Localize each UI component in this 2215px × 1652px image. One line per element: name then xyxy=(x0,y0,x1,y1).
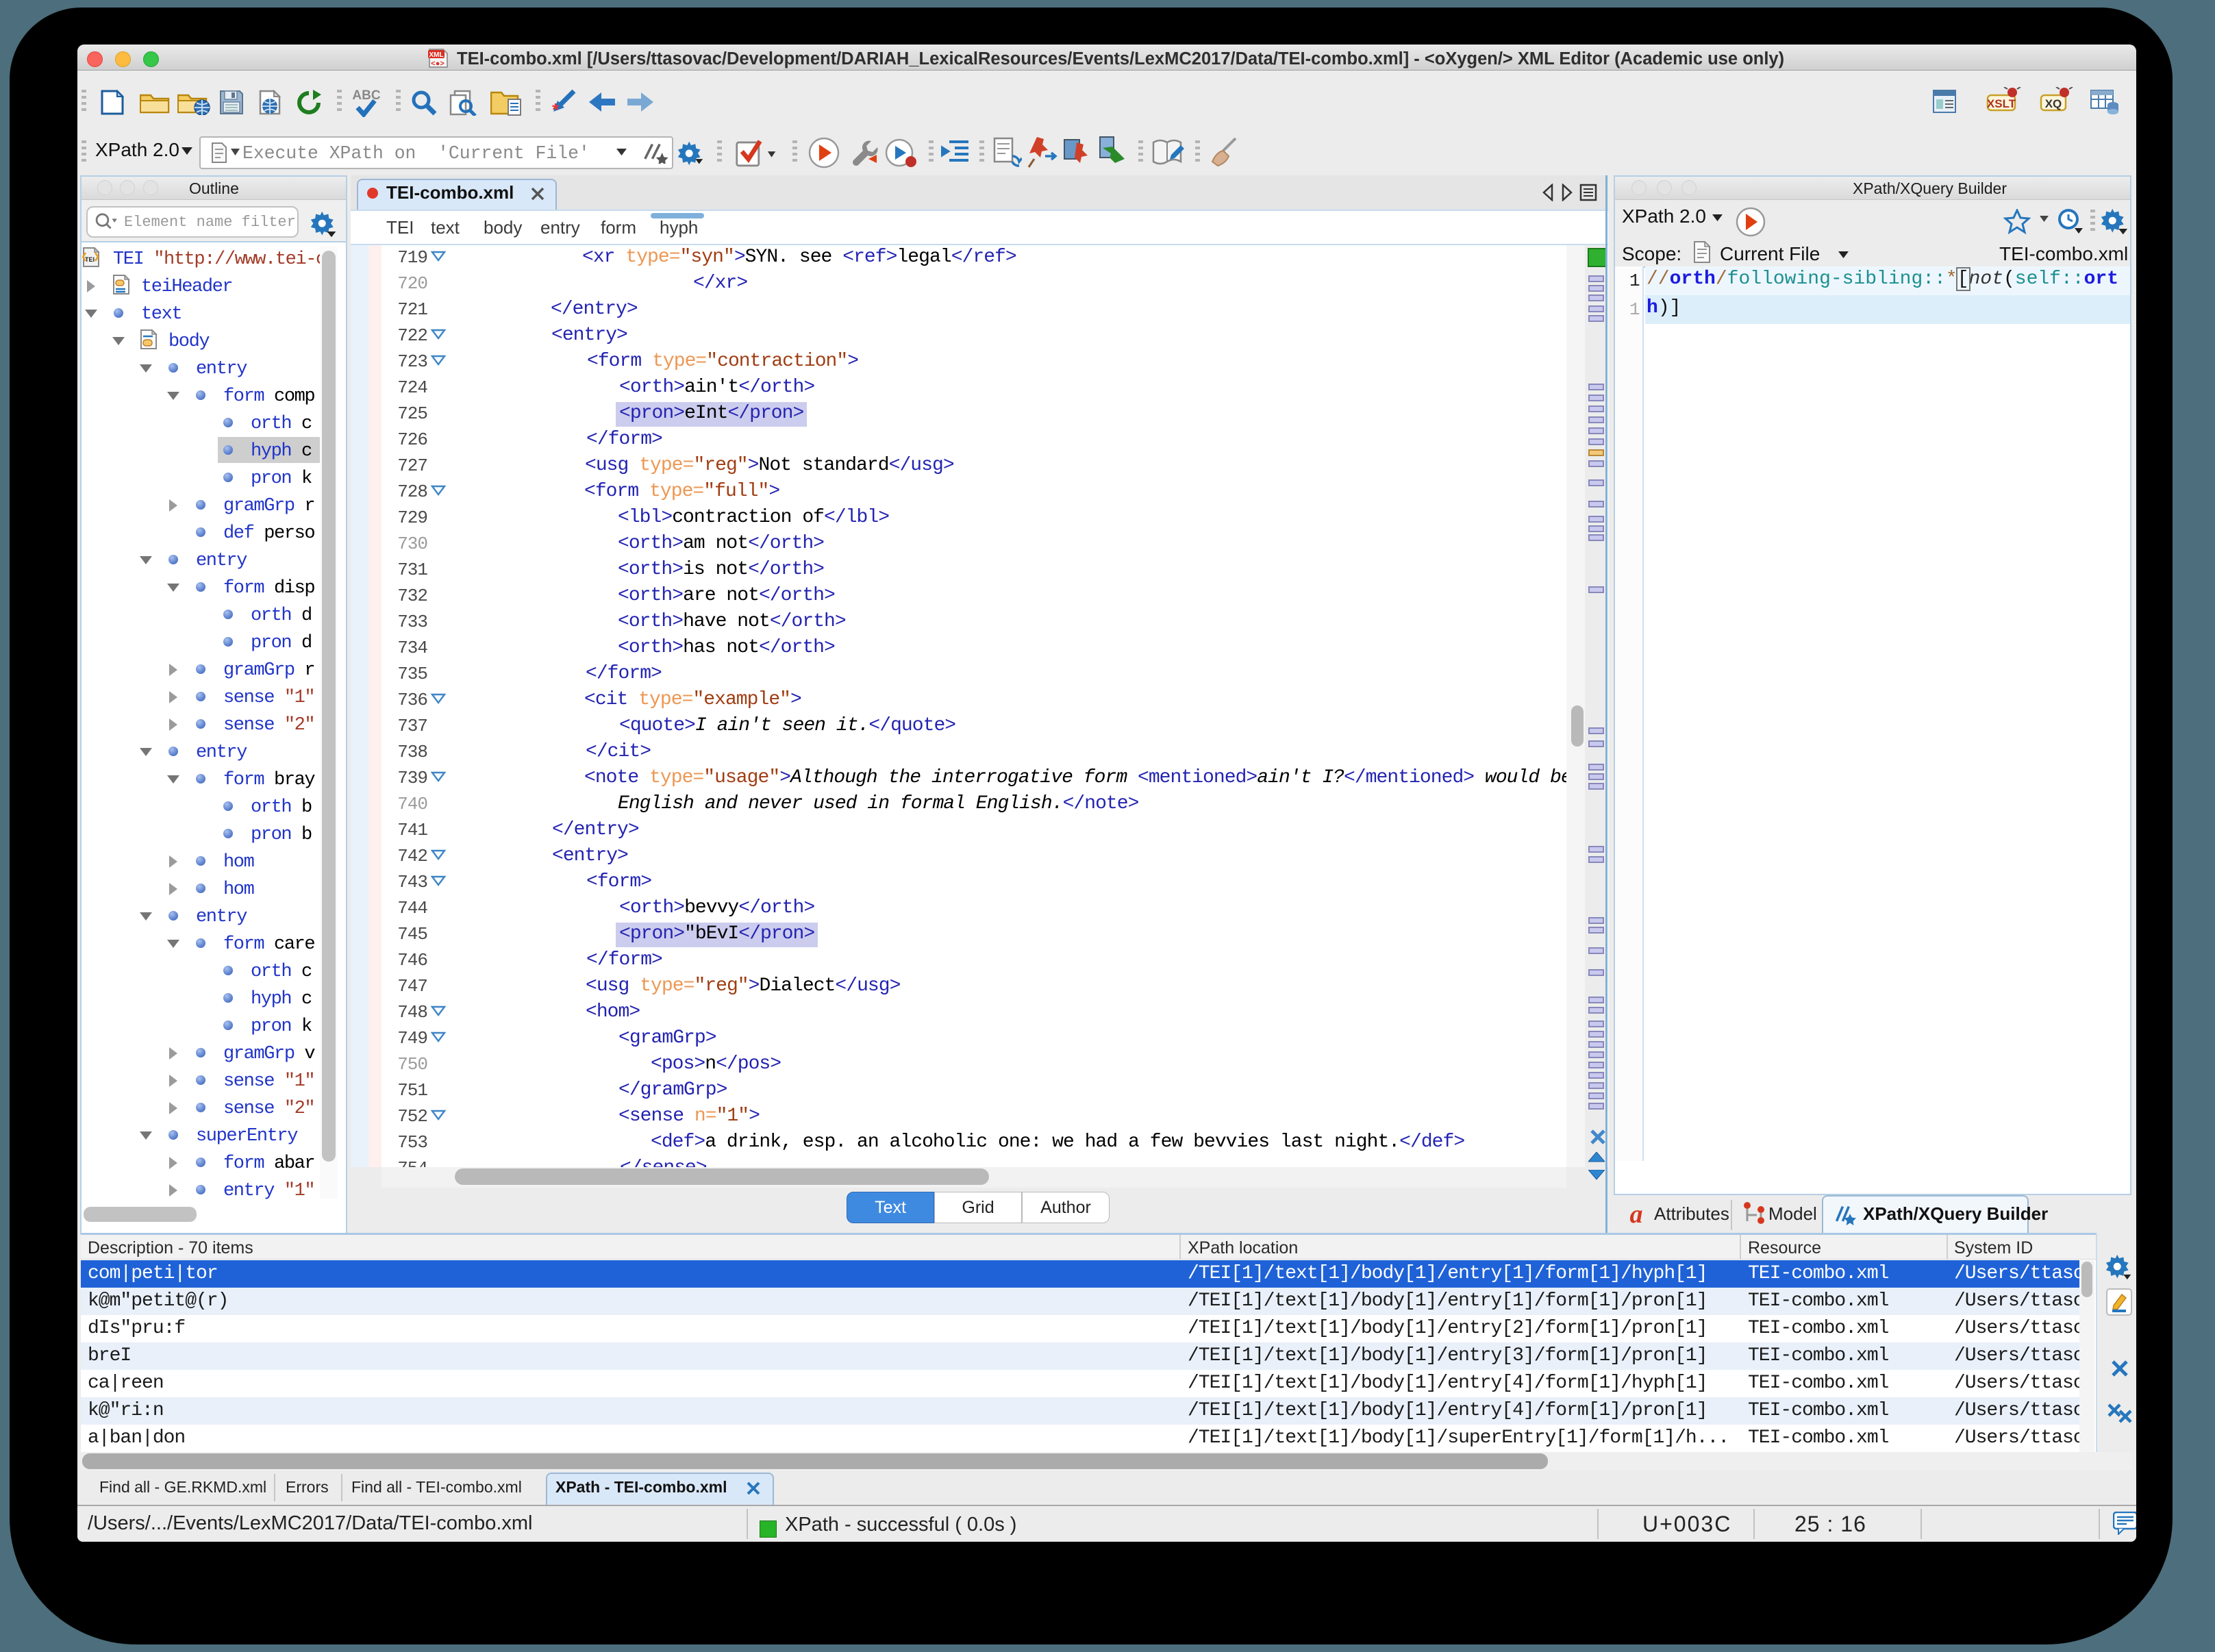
svg-text:TEI: TEI xyxy=(85,256,95,263)
svg-text:*: * xyxy=(552,99,560,116)
svg-text:XQ: XQ xyxy=(2045,97,2062,110)
svg-text:XML: XML xyxy=(429,51,443,59)
svg-text:XSLT: XSLT xyxy=(1987,97,2016,110)
svg-text:ABC: ABC xyxy=(352,88,380,103)
svg-text:a: a xyxy=(1630,1202,1643,1227)
svg-text:<●>: <●> xyxy=(431,60,445,68)
